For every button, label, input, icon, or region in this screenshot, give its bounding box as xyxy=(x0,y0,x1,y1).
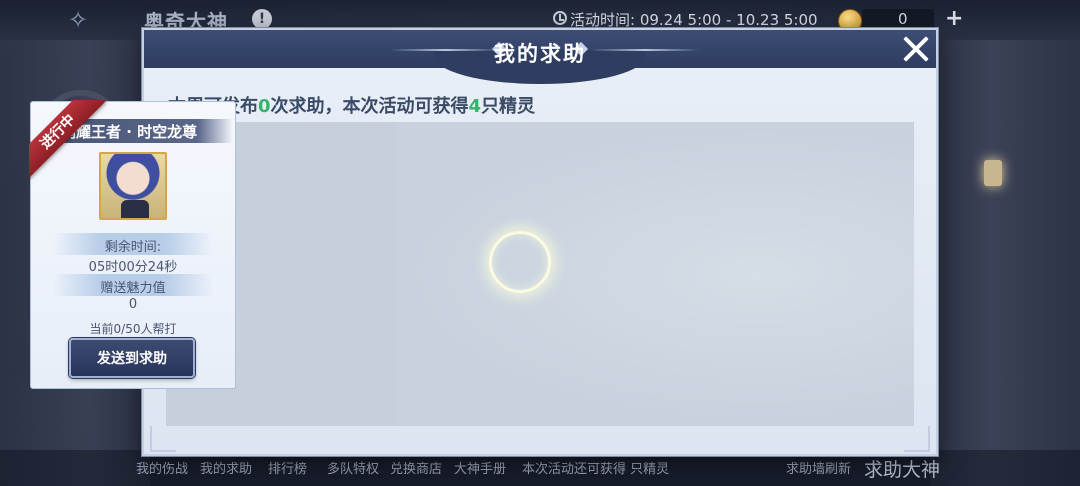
remaining-time-label: 剩余时间: xyxy=(104,240,162,255)
background-lamp xyxy=(984,160,1002,186)
remaining-time-value: 05时00分24秒 xyxy=(88,260,178,275)
charm-value: 0 xyxy=(128,297,138,312)
summary-count: 0 xyxy=(258,96,271,117)
game-logo-icon: ✧ xyxy=(68,6,89,34)
helpers-count: 当前0/50人帮打 xyxy=(89,322,177,336)
close-icon[interactable] xyxy=(898,31,934,67)
summary-suffix: 只精灵 xyxy=(481,96,536,117)
summary-reward: 4 xyxy=(468,96,482,117)
charm-label: 赠送魅力值 xyxy=(100,281,166,296)
nav-my-help[interactable]: 我的求助 xyxy=(200,458,252,477)
nav-refresh-wall[interactable]: 求助墙刷新 xyxy=(786,458,851,477)
content-scroll-area[interactable] xyxy=(396,122,914,426)
nav-my-battle[interactable]: 我的伤战 xyxy=(136,458,188,477)
info-icon[interactable]: ! xyxy=(252,9,272,29)
clock-icon xyxy=(553,11,567,25)
corner-ornament-bl xyxy=(150,426,176,452)
summary-middle: 次求助，本次活动可获得 xyxy=(270,96,469,117)
send-to-help-button[interactable]: 发送到求助 xyxy=(69,338,195,378)
help-card[interactable]: 闪耀王者 · 时空龙尊 进行中 剩余时间: 05时00分24秒 赠送魅力值 0 … xyxy=(29,100,236,389)
plus-icon[interactable]: + xyxy=(945,6,963,31)
nav-reward-hint: 本次活动还可获得 只精灵 xyxy=(522,462,670,477)
nav-ask-god[interactable]: 求助大神 xyxy=(864,455,940,482)
status-ribbon: 进行中 xyxy=(29,100,109,180)
status-badge: 进行中 xyxy=(29,100,106,180)
nav-guide[interactable]: 大神手册 xyxy=(454,458,506,477)
corner-ornament-br xyxy=(904,426,930,452)
coin-count: 0 xyxy=(898,10,908,28)
nav-exchange-shop[interactable]: 兑换商店 xyxy=(390,458,442,477)
activity-time: 活动时间: 09.24 5:00 - 10.23 5:00 xyxy=(570,11,818,29)
nav-team-privilege[interactable]: 多队特权 xyxy=(327,458,379,477)
loading-spinner xyxy=(489,231,551,293)
nav-ranking[interactable]: 排行榜 xyxy=(268,458,307,477)
modal-title: 我的求助 xyxy=(494,42,586,66)
background-arch-right xyxy=(930,40,1080,486)
spirit-avatar[interactable] xyxy=(99,152,167,220)
